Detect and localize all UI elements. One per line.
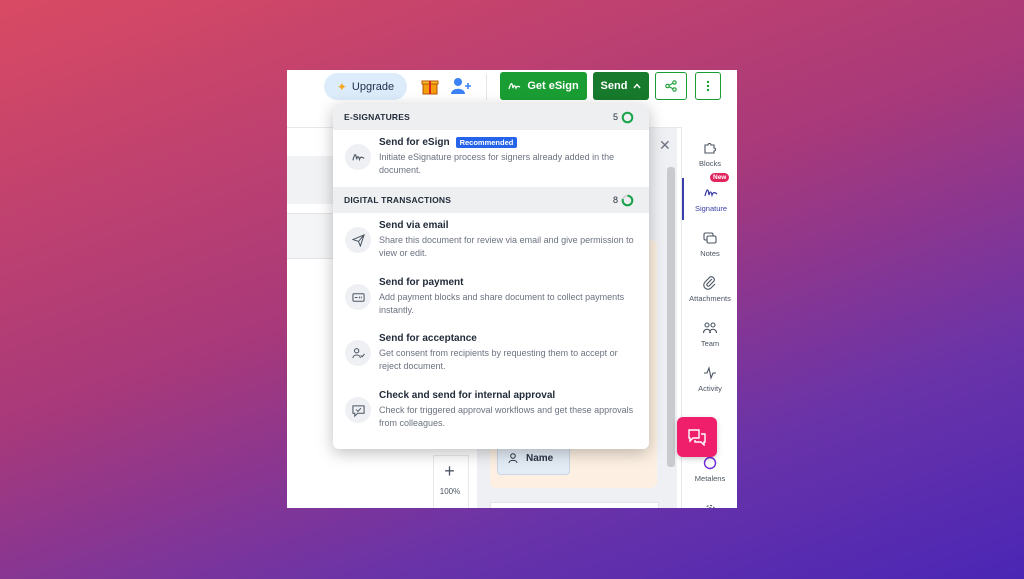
signature-icon	[508, 82, 521, 90]
sidebar-item-attachments[interactable]: Attachments	[682, 268, 737, 310]
metalens-icon	[703, 456, 717, 469]
gear-icon	[705, 504, 715, 508]
sidebar-item-settings[interactable]	[682, 489, 737, 508]
progress-ring-icon	[621, 194, 634, 206]
puzzle-icon	[704, 142, 716, 154]
sidebar-item-label: Attachments	[689, 293, 731, 303]
sparkle-icon: ✦	[336, 79, 347, 94]
sidebar-item-signature[interactable]: Signature	[682, 178, 737, 220]
add-user-icon[interactable]	[450, 76, 472, 96]
recommended-badge: Recommended	[455, 137, 518, 148]
get-esign-button[interactable]: Get eSign	[500, 72, 587, 100]
get-esign-label: Get eSign	[527, 80, 579, 92]
section-title: DIGITAL TRANSACTIONS	[344, 195, 452, 205]
signature-icon	[704, 188, 718, 197]
zoom-in-button[interactable]: +	[437, 459, 462, 483]
section-header-digital-transactions: DIGITAL TRANSACTIONS 8	[333, 187, 649, 213]
menu-item-internal-approval[interactable]: Check and send for internal approval Che…	[333, 387, 649, 437]
chat-icon	[688, 429, 706, 446]
menu-item-title: Send for payment	[379, 277, 464, 288]
sidebar-item-label: Signature	[694, 203, 728, 213]
notes-icon	[703, 231, 717, 244]
toolbar-divider	[486, 74, 487, 100]
progress-ring-icon	[621, 111, 634, 123]
paperclip-icon	[703, 275, 716, 290]
sidebar-item-label: Activity	[698, 383, 722, 393]
user-icon	[508, 453, 518, 464]
section-count: 8	[613, 194, 634, 207]
name-field-label: Name	[526, 453, 554, 464]
menu-item-title: Send for eSign Recommended	[379, 137, 518, 148]
count-value: 8	[613, 195, 619, 205]
send-label: Send	[600, 80, 628, 92]
menu-item-desc: Initiate eSignature process for signers …	[379, 152, 615, 175]
menu-item-title: Send for acceptance	[379, 333, 477, 344]
upgrade-label: Upgrade	[351, 80, 395, 93]
menu-item-title: Send via email	[379, 220, 449, 231]
sidebar-item-label: Notes	[700, 248, 720, 258]
chevron-up-icon	[633, 83, 641, 89]
payment-icon	[345, 284, 371, 310]
menu-item-desc: Share this document for review via email…	[379, 235, 634, 258]
sidebar-item-label: Metalens	[694, 473, 726, 483]
zoom-level: 100%	[439, 487, 461, 496]
menu-item-title-text: Send for eSign	[379, 137, 450, 148]
more-vertical-icon	[706, 80, 710, 92]
share-button[interactable]	[655, 72, 687, 100]
menu-item-send-via-email[interactable]: Send via email Share this document for r…	[333, 217, 649, 267]
sidebar-item-notes[interactable]: Notes	[682, 223, 737, 265]
user-check-icon	[345, 340, 371, 366]
menu-item-send-for-acceptance[interactable]: Send for acceptance Get consent from rec…	[333, 330, 649, 380]
app-window: Name ✕ + 100% ✦ Upgrade Get eSign Send B…	[287, 70, 737, 508]
menu-item-send-for-payment[interactable]: Send for payment Add payment blocks and …	[333, 274, 649, 324]
more-options-button[interactable]	[695, 72, 721, 100]
new-badge: New	[710, 173, 730, 182]
section-title: E-SIGNATURES	[344, 112, 410, 122]
paper-plane-icon	[345, 227, 371, 253]
sidebar-item-blocks[interactable]: Blocks	[682, 133, 737, 175]
sidebar-item-label: Blocks	[698, 158, 722, 168]
upgrade-button[interactable]: ✦ Upgrade	[324, 73, 407, 100]
section-header-esignatures: E-SIGNATURES 5	[333, 104, 649, 130]
signature-icon	[345, 144, 371, 170]
approval-chat-icon	[345, 397, 371, 423]
menu-item-desc: Add payment blocks and share document to…	[379, 292, 625, 315]
activity-icon	[704, 365, 716, 380]
sidebar-item-team[interactable]: Team	[682, 313, 737, 355]
section-count: 5	[613, 111, 634, 124]
gift-icon[interactable]	[421, 77, 439, 95]
send-dropdown-menu: E-SIGNATURES 5 Send for eSign Recommende…	[333, 104, 649, 449]
menu-item-title: Check and send for internal approval	[379, 390, 556, 401]
count-value: 5	[613, 112, 619, 122]
send-button[interactable]: Send	[593, 72, 649, 100]
chat-button[interactable]	[677, 417, 717, 457]
document-card	[490, 502, 659, 508]
team-icon	[703, 321, 717, 333]
sidebar-item-activity[interactable]: Activity	[682, 358, 737, 400]
menu-item-send-for-esign[interactable]: Send for eSign Recommended Initiate eSig…	[333, 134, 649, 184]
share-icon	[665, 80, 677, 92]
close-icon[interactable]: ✕	[659, 137, 671, 154]
scrollbar[interactable]	[667, 167, 675, 467]
sidebar-item-label: Team	[700, 338, 720, 348]
menu-item-desc: Get consent from recipients by requestin…	[379, 348, 618, 371]
menu-item-desc: Check for triggered approval workflows a…	[379, 405, 634, 428]
